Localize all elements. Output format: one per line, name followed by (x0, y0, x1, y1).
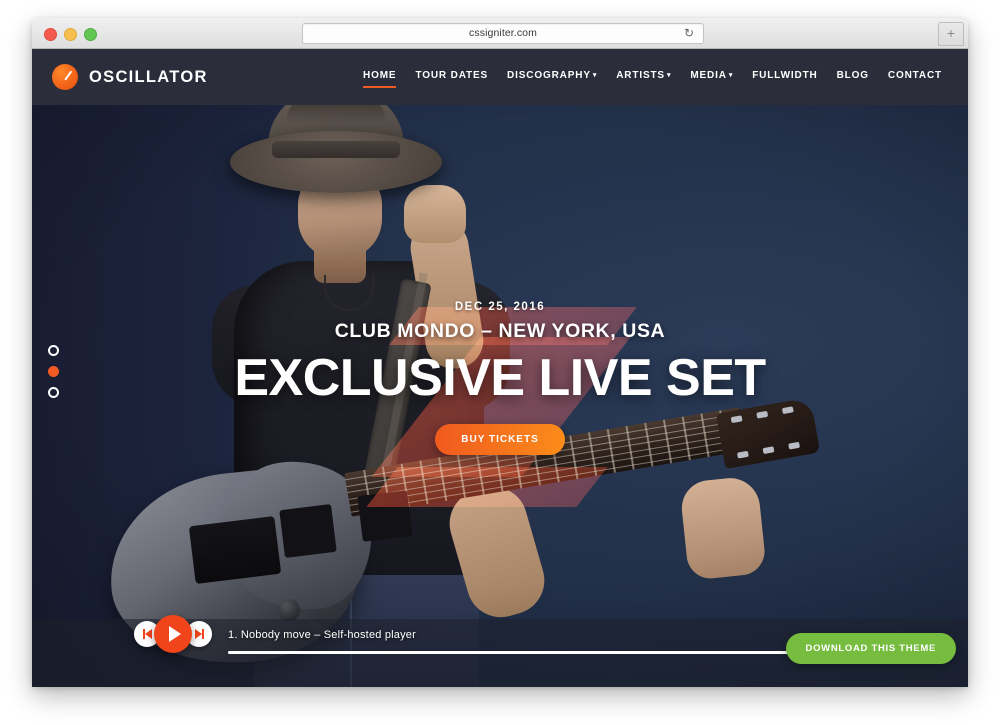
zoom-window-button[interactable] (84, 28, 97, 41)
reload-icon[interactable]: ↻ (684, 27, 696, 39)
url-text: cssigniter.com (469, 27, 537, 39)
site-logo[interactable]: OSCILLATOR (52, 64, 208, 90)
page-title: EXCLUSIVE LIVE SET (234, 349, 766, 407)
main-navigation: HOME TOUR DATES DISCOGRAPHY ▾ ARTISTS ▾ MEDIA ▾… (363, 67, 942, 88)
buy-tickets-button[interactable]: BUY TICKETS (435, 423, 565, 455)
nav-item-label: HOME (363, 69, 397, 81)
browser-window: cssigniter.com ↻ + OSCILLATOR HOME TOUR … (32, 18, 968, 687)
browser-chrome-bar: cssigniter.com ↻ + (32, 18, 968, 49)
site-header: OSCILLATOR HOME TOUR DATES DISCOGRAPHY ▾ ART… (32, 49, 968, 105)
slider-dot-3[interactable] (48, 387, 59, 398)
nav-item-label: FULLWIDTH (752, 69, 818, 81)
slider-dot-1[interactable] (48, 345, 59, 356)
play-icon[interactable] (154, 615, 192, 653)
audio-player-bar: 1. Nobody move – Self-hosted player DOWN… (32, 615, 968, 687)
nav-item-label: CONTACT (887, 69, 942, 81)
download-theme-button[interactable]: DOWNLOAD THIS THEME (785, 633, 956, 664)
chevron-down-icon: ▾ (592, 71, 598, 79)
chevron-down-icon: ▾ (666, 71, 672, 79)
hero-date: DEC 25, 2016 (454, 301, 546, 313)
hero-venue: CLUB MONDO – NEW YORK, USA (334, 320, 666, 342)
hero-content: DEC 25, 2016 CLUB MONDO – NEW YORK, USA … (32, 301, 968, 455)
nav-item-contact[interactable]: CONTACT (888, 67, 942, 88)
chevron-down-icon: ▾ (728, 71, 734, 79)
oscillator-dial-icon (52, 64, 78, 90)
track-title: 1. Nobody move – Self-hosted player (228, 629, 416, 641)
nav-item-label: BLOG (836, 69, 869, 81)
nav-item-discography[interactable]: DISCOGRAPHY ▾ (507, 67, 597, 88)
page-viewport: OSCILLATOR HOME TOUR DATES DISCOGRAPHY ▾ ART… (32, 49, 968, 687)
logo-text: OSCILLATOR (89, 67, 208, 86)
window-traffic-lights (44, 28, 97, 41)
nav-item-label: ARTISTS (616, 69, 665, 81)
nav-item-label: DISCOGRAPHY (507, 69, 591, 81)
address-bar[interactable]: cssigniter.com ↻ (302, 23, 704, 44)
slider-dot-2[interactable] (48, 366, 59, 377)
slider-pagination (48, 345, 59, 398)
nav-item-label: TOUR DATES (415, 69, 489, 81)
nav-item-fullwidth[interactable]: FULLWIDTH (752, 67, 817, 88)
plus-icon[interactable]: + (938, 22, 964, 46)
nav-item-media[interactable]: MEDIA ▾ (690, 67, 733, 88)
nav-item-home[interactable]: HOME (363, 67, 397, 88)
player-controls (134, 615, 212, 653)
nav-item-blog[interactable]: BLOG (837, 67, 869, 88)
nav-item-artists[interactable]: ARTISTS ▾ (616, 67, 671, 88)
close-window-button[interactable] (44, 28, 57, 41)
minimize-window-button[interactable] (64, 28, 77, 41)
nav-item-tour-dates[interactable]: TOUR DATES (415, 67, 488, 88)
nav-item-label: MEDIA (690, 69, 727, 81)
